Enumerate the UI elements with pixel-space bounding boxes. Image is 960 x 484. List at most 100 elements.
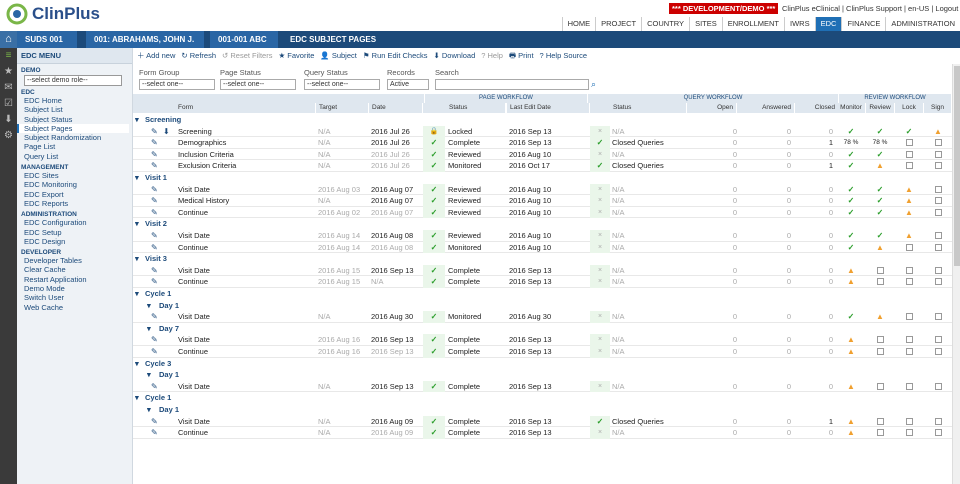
refresh-button[interactable]: ↻ Refresh [181, 51, 216, 60]
download-icon[interactable]: ⬇ [163, 126, 173, 138]
form-name[interactable]: Inclusion Criteria [178, 149, 313, 161]
sign-checkbox[interactable] [934, 429, 942, 437]
sign-checkbox[interactable] [934, 150, 942, 158]
review-checkbox[interactable] [876, 382, 884, 390]
top-links[interactable]: ClinPlus eClinical | ClinPlus Support | … [782, 4, 958, 13]
edit-pencil-icon[interactable]: ✎ [151, 207, 161, 219]
records-select[interactable]: Active [387, 79, 429, 90]
group-header[interactable]: ▾ Visit 3 [133, 253, 952, 265]
page-status-select[interactable]: --select one-- [220, 79, 296, 90]
edit-pencil-icon[interactable]: ✎ [151, 126, 161, 138]
group-header[interactable]: ▾ Cycle 1 [133, 288, 952, 300]
form-name[interactable]: Medical History [178, 195, 313, 207]
sign-checkbox[interactable] [934, 348, 942, 355]
lock-checkbox[interactable] [905, 266, 913, 274]
form-name[interactable]: Visit Date [178, 311, 313, 323]
sidebar-item-subject-list[interactable]: Subject List [17, 105, 132, 114]
search-input[interactable] [435, 79, 589, 90]
favorite-button[interactable]: ★ Favorite [278, 51, 314, 60]
edit-pencil-icon[interactable]: ✎ [151, 276, 161, 288]
table-row[interactable]: ✎ Exclusion Criteria N/A 2016 Jul 26 ✓ Monito… [133, 160, 952, 172]
gear-icon[interactable]: ⚙ [0, 128, 17, 144]
sidebar-item-edc-sites[interactable]: EDC Sites [17, 171, 132, 180]
edit-pencil-icon[interactable]: ✎ [151, 334, 161, 346]
table-row[interactable]: ✎ Visit Date N/A 2016 Aug 09 ✓ Complete 2016 S… [133, 415, 952, 428]
lock-checkbox[interactable] [905, 429, 913, 437]
sign-checkbox[interactable] [934, 232, 942, 239]
table-row[interactable]: ✎ Continue N/A 2016 Aug 09 ✓ Complete 2016 Sep… [133, 427, 952, 439]
lock-checkbox[interactable] [905, 382, 913, 390]
reset-filters-button[interactable]: ↺ Reset Filters [222, 51, 272, 60]
sign-checkbox[interactable] [934, 382, 942, 390]
group-header[interactable]: ▾ Day 1 [133, 404, 952, 416]
edit-pencil-icon[interactable]: ✎ [151, 265, 161, 277]
form-name[interactable]: Visit Date [178, 416, 313, 428]
sidebar-item-subject-randomization[interactable]: Subject Randomization [17, 133, 132, 142]
sign-checkbox[interactable] [934, 313, 942, 321]
form-name[interactable]: Continue [178, 207, 313, 219]
search-icon[interactable]: ⌕ [591, 79, 596, 90]
edit-pencil-icon[interactable]: ✎ [151, 416, 161, 428]
nav-tab-edc[interactable]: EDC [814, 17, 842, 31]
table-row[interactable]: ✎ Continue 2016 Aug 02 2016 Aug 07 ✓ Reviewed… [133, 206, 952, 219]
form-name[interactable]: Screening [178, 126, 313, 138]
nav-tab-iwrs[interactable]: IWRS [784, 17, 815, 31]
table-row[interactable]: ✎ Demographics N/A 2016 Jul 26 ✓ Complete 2016… [133, 137, 952, 149]
sign-checkbox[interactable] [934, 278, 942, 286]
sidebar-item-clear-cache[interactable]: Clear Cache [17, 265, 132, 274]
sidebar-item-subject-pages[interactable]: Subject Pages [17, 123, 129, 134]
scrollbar[interactable] [952, 64, 960, 484]
download-button[interactable]: ⬇ Download [434, 51, 476, 60]
table-row[interactable]: ✎ Continue 2016 Aug 14 2016 Aug 08 ✓ Monitore… [133, 241, 952, 254]
sidebar-item-subject-status[interactable]: Subject Status [17, 115, 132, 124]
sign-checkbox[interactable] [934, 243, 942, 251]
help-source-button[interactable]: ? Help Source [540, 51, 588, 60]
table-row[interactable]: ✎ Visit Date 2016 Aug 03 2016 Aug 07 ✓ Review… [133, 183, 952, 196]
sidebar-item-edc-monitoring[interactable]: EDC Monitoring [17, 180, 132, 189]
lock-checkbox[interactable] [905, 417, 913, 425]
form-name[interactable]: Exclusion Criteria [178, 160, 313, 172]
group-header[interactable]: ▾ Day 1 [133, 300, 952, 312]
table-row[interactable]: ✎ Visit Date N/A 2016 Sep 13 ✓ Complete 2016 S… [133, 380, 952, 393]
review-checkbox[interactable] [876, 429, 884, 437]
edit-pencil-icon[interactable]: ✎ [151, 427, 161, 439]
lock-checkbox[interactable] [905, 348, 913, 355]
lock-checkbox[interactable] [905, 150, 913, 158]
download-icon[interactable]: ⬇ [0, 112, 17, 128]
sign-checkbox[interactable] [934, 139, 942, 147]
sign-checkbox[interactable] [934, 336, 942, 344]
nav-tab-administration[interactable]: ADMINISTRATION [885, 17, 960, 31]
review-checkbox[interactable] [876, 417, 884, 425]
checklist-icon[interactable]: ☑ [0, 96, 17, 112]
menu-icon[interactable]: ≡ [0, 48, 17, 64]
group-header[interactable]: ▾ Screening [133, 114, 952, 126]
edit-pencil-icon[interactable]: ✎ [151, 184, 161, 196]
form-name[interactable]: Visit Date [178, 334, 313, 346]
table-row[interactable]: ✎ ⬇ Screening N/A 2016 Jul 26 🔒 Locked 2016 Sep… [133, 125, 952, 138]
nav-tab-sites[interactable]: SITES [689, 17, 722, 31]
sign-checkbox[interactable] [934, 266, 942, 274]
run-edit-checks-button[interactable]: ⚑ Run Edit Checks [363, 51, 428, 60]
edit-pencil-icon[interactable]: ✎ [151, 346, 161, 358]
sign-checkbox[interactable] [934, 417, 942, 425]
table-row[interactable]: ✎ Visit Date 2016 Aug 16 2016 Sep 13 ✓ Comple… [133, 334, 952, 346]
lock-checkbox[interactable] [905, 278, 913, 286]
edit-pencil-icon[interactable]: ✎ [151, 381, 161, 393]
form-name[interactable]: Continue [178, 242, 313, 254]
sidebar-item-edc-setup[interactable]: EDC Setup [17, 228, 132, 237]
query-status-select[interactable]: --select one-- [304, 79, 380, 90]
group-header[interactable]: ▾ Visit 2 [133, 218, 952, 230]
form-name[interactable]: Demographics [178, 137, 313, 149]
sidebar-item-edc-design[interactable]: EDC Design [17, 237, 132, 246]
form-name[interactable]: Continue [178, 427, 313, 439]
group-header[interactable]: ▾ Day 7 [133, 323, 952, 335]
form-name[interactable]: Visit Date [178, 184, 313, 196]
group-header[interactable]: ▾ Cycle 1 [133, 392, 952, 404]
sign-checkbox[interactable] [934, 208, 942, 216]
scrollbar-thumb[interactable] [954, 66, 960, 266]
form-name[interactable]: Continue [178, 276, 313, 288]
sidebar-item-switch-user[interactable]: Switch User [17, 293, 132, 302]
print-button[interactable]: 🖶 Print [509, 51, 534, 60]
sidebar-item-edc-reports[interactable]: EDC Reports [17, 199, 132, 208]
group-header[interactable]: ▾ Day 1 [133, 369, 952, 381]
